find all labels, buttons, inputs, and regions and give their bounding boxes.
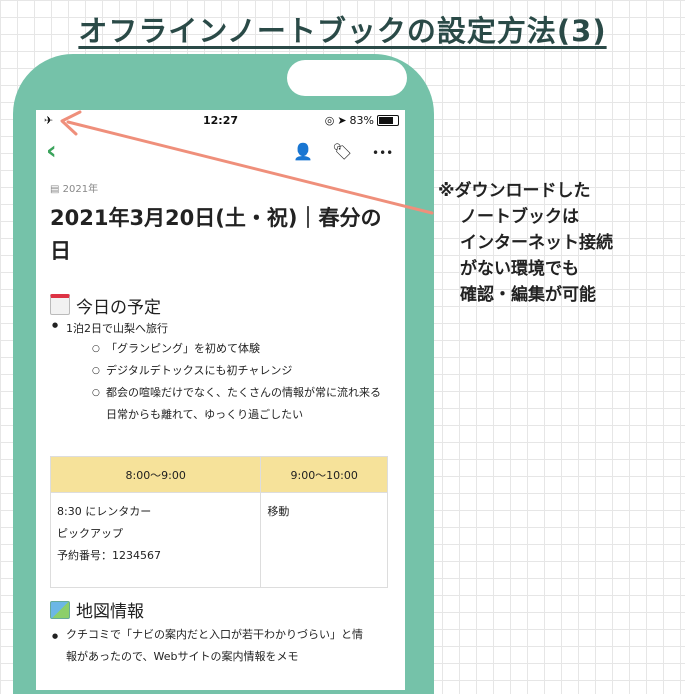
callout-line: ※ダウンロードした — [438, 181, 591, 201]
callout-line: ノートブックは — [460, 207, 579, 227]
callout-line: がない環境でも — [460, 259, 579, 279]
lock-rotation-icon: ◎ — [324, 114, 335, 127]
note-title[interactable]: 2021年3月20日(土・祝)｜春分の日 — [50, 202, 395, 268]
table-header: 8:00〜9:00 — [49, 456, 262, 493]
section-heading-map: 地図情報 — [50, 597, 144, 622]
list-item: 1泊2日で山梨へ旅行 — [52, 320, 168, 336]
battery-percent: 83% — [349, 114, 374, 127]
phone-screen: ✈ 12:27 ◎ ➤ 83% ‹ 👤 🏷 ••• ▤ 2021年 2021年3… — [36, 110, 405, 690]
section-heading-schedule: 今日の予定 — [50, 293, 161, 318]
callout-line: インターネット接続 — [460, 233, 613, 253]
page-title: オフラインノートブックの設定方法(3) — [78, 14, 607, 48]
status-bar: ✈ 12:27 ◎ ➤ 83% — [36, 110, 405, 132]
pin-tag-icon[interactable]: 🏷 — [332, 142, 352, 161]
callout-text: ※ダウンロードした ノートブックは インターネット接続 がない環境でも 確認・編… — [438, 178, 613, 308]
back-chevron-icon[interactable]: ‹ — [46, 136, 57, 166]
table-cell[interactable]: 8:30 にレンタカー ピックアップ 予約番号：1234567 — [49, 492, 262, 588]
list-subitem: 都会の喧噪だけでなく、たくさんの情報が常に流れ来る日常からも離れて、ゆっくり過ご… — [92, 382, 386, 426]
callout-line: 確認・編集が可能 — [460, 285, 596, 305]
table-header: 9:00〜10:00 — [260, 456, 388, 493]
section-heading-text: 今日の予定 — [76, 298, 161, 318]
table-cell[interactable]: 移動 — [260, 492, 388, 588]
cell-line: 予約番号：1234567 — [57, 549, 161, 562]
notebook-name: 2021年 — [62, 184, 99, 195]
more-icon[interactable]: ••• — [372, 146, 393, 160]
calendar-icon — [50, 294, 70, 315]
section-heading-text: 地図情報 — [76, 602, 144, 622]
list-subitem: 「グランピング」を初めて体験 — [92, 338, 386, 360]
battery-icon — [377, 115, 399, 126]
cell-line: ピックアップ — [57, 527, 123, 540]
note-toolbar: ‹ 👤 🏷 ••• — [36, 132, 405, 172]
status-right: ◎ ➤ 83% — [325, 114, 399, 127]
map-icon — [50, 601, 70, 619]
add-user-icon[interactable]: 👤 — [293, 142, 313, 161]
list-subitem: デジタルデトックスにも初チャレンジ — [92, 360, 386, 382]
cell-line: 8:30 にレンタカー — [57, 505, 152, 518]
notebook-icon: ▤ — [50, 184, 60, 195]
schedule-table: 8:00〜9:00 9:00〜10:00 8:30 にレンタカー ピックアップ … — [49, 456, 388, 588]
location-icon: ➤ — [337, 114, 347, 127]
phone-notch — [287, 60, 407, 96]
notebook-breadcrumb[interactable]: ▤ 2021年 — [50, 180, 98, 195]
list-item: クチコミで「ナビの案内だと入口が若干わかりづらい」と情報があったので、Webサイ… — [52, 624, 366, 668]
